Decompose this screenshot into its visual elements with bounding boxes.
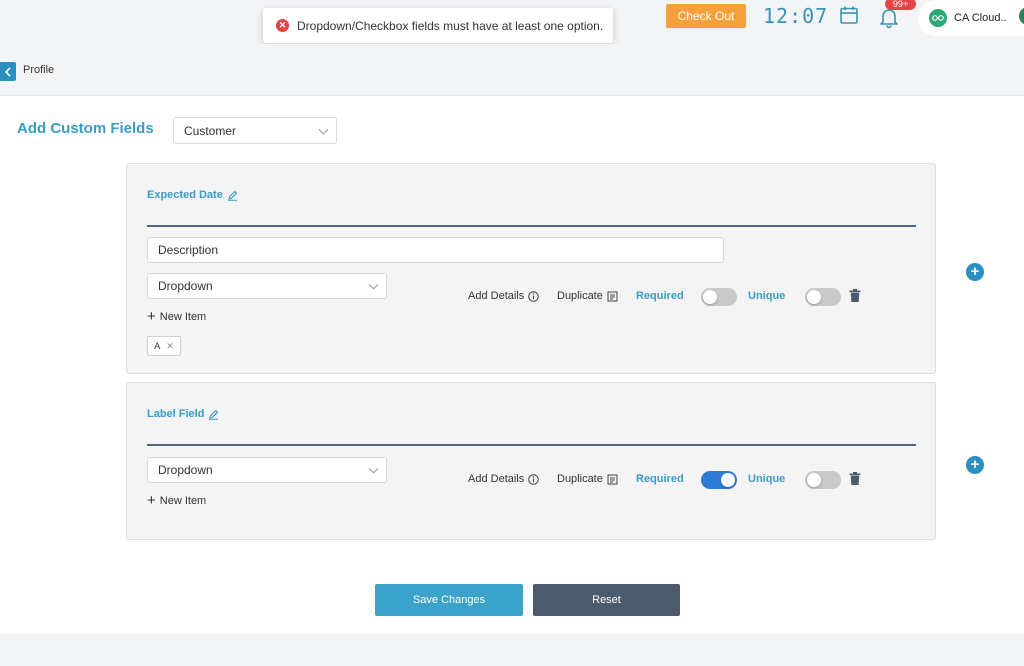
clock: 12:07: [763, 4, 829, 28]
error-toast: ✕ Dropdown/Checkbox fields must have at …: [263, 8, 613, 43]
unique-label: Unique: [748, 290, 786, 302]
breadcrumb-bar: [0, 44, 1024, 96]
trash-icon[interactable]: [849, 472, 861, 485]
page-title: Add Custom Fields: [17, 120, 154, 137]
field-title[interactable]: Expected Date: [147, 189, 238, 201]
toggle-knob: [807, 473, 821, 487]
trash-icon[interactable]: [849, 289, 861, 302]
entity-select[interactable]: Customer: [173, 117, 337, 144]
toast-message: Dropdown/Checkbox fields must have at le…: [297, 18, 604, 33]
profile-menu[interactable]: CA Cloud..: [918, 0, 1024, 36]
notification-badge: 99+: [885, 0, 916, 10]
duplicate-icon: [607, 291, 618, 301]
required-label: Required: [636, 290, 684, 302]
new-item-label: New Item: [159, 311, 207, 323]
unique-toggle[interactable]: [805, 471, 841, 489]
profile-name: CA Cloud..: [954, 12, 1007, 24]
new-item-label: New Item: [159, 495, 207, 507]
duplicate-label: Duplicate: [557, 290, 603, 302]
field-type-select[interactable]: Dropdown: [147, 457, 387, 483]
edit-pencil-icon[interactable]: [227, 190, 238, 201]
calendar-icon[interactable]: [839, 5, 859, 25]
description-input[interactable]: Description: [147, 237, 724, 263]
required-toggle[interactable]: [701, 288, 737, 306]
add-details-label: Add Details: [468, 290, 525, 302]
description-placeholder: Description: [158, 243, 219, 257]
chevron-down-icon: [368, 279, 379, 290]
glasses-icon: [932, 15, 944, 21]
toggle-knob: [703, 290, 717, 304]
reset-button[interactable]: Reset: [533, 584, 680, 616]
field-type-value: Dropdown: [158, 279, 213, 293]
edit-pencil-icon[interactable]: [208, 409, 219, 420]
duplicate-button[interactable]: Duplicate: [557, 290, 618, 302]
field-type-value: Dropdown: [158, 463, 213, 477]
add-details-button[interactable]: Add Details: [468, 473, 540, 485]
chevron-down-icon: [368, 463, 379, 474]
breadcrumb[interactable]: Profile: [23, 64, 54, 76]
duplicate-icon: [607, 474, 618, 484]
error-icon: ✕: [276, 19, 289, 32]
field-divider: [147, 444, 916, 446]
chevron-left-icon: [4, 66, 11, 77]
new-item-button[interactable]: + New Item: [147, 308, 207, 325]
field-title[interactable]: Label Field: [147, 408, 219, 420]
required-label: Required: [636, 473, 684, 485]
back-button[interactable]: [0, 62, 16, 81]
add-details-button[interactable]: Add Details: [468, 290, 540, 302]
option-tag: A ✕: [147, 336, 181, 356]
toggle-knob: [807, 290, 821, 304]
remove-tag-icon[interactable]: ✕: [166, 341, 174, 352]
field-title-text: Label Field: [147, 408, 205, 420]
option-tag-label: A: [154, 341, 161, 351]
add-details-label: Add Details: [468, 473, 525, 485]
required-toggle[interactable]: [701, 471, 737, 489]
plus-icon: +: [147, 308, 156, 325]
duplicate-label: Duplicate: [557, 473, 603, 485]
info-icon: [528, 290, 540, 302]
add-field-button[interactable]: +: [966, 456, 984, 474]
plus-icon: +: [147, 492, 156, 509]
unique-toggle[interactable]: [805, 288, 841, 306]
add-field-button[interactable]: +: [966, 263, 984, 281]
save-changes-button[interactable]: Save Changes: [375, 584, 523, 616]
field-title-text: Expected Date: [147, 189, 223, 201]
duplicate-button[interactable]: Duplicate: [557, 473, 618, 485]
new-item-button[interactable]: + New Item: [147, 492, 207, 509]
check-out-button[interactable]: Check Out: [666, 4, 746, 28]
avatar: [929, 9, 947, 27]
info-icon: [528, 473, 540, 485]
unique-label: Unique: [748, 473, 786, 485]
field-divider: [147, 225, 916, 227]
toggle-knob: [721, 473, 735, 487]
chevron-down-icon: [318, 124, 329, 135]
footer: [0, 634, 1024, 666]
field-type-select[interactable]: Dropdown: [147, 273, 387, 299]
field-card-expected-date: [126, 163, 936, 374]
entity-select-value: Customer: [184, 123, 237, 138]
